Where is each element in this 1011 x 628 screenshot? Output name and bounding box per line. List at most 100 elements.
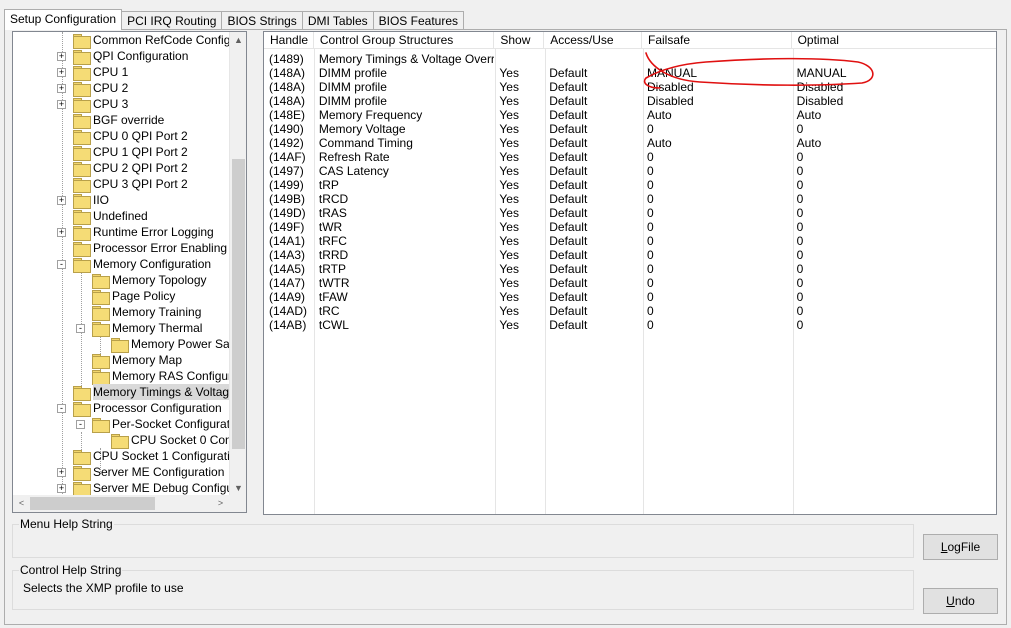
cell-failsafe: 0 (646, 164, 654, 178)
cell-handle: (14AF) (269, 150, 306, 164)
scroll-right-icon[interactable]: > (212, 495, 229, 512)
cell-show: Yes (499, 220, 519, 234)
tree-item[interactable]: + QPI Configuration (13, 48, 229, 65)
tree-item[interactable]: Memory Map (13, 352, 229, 369)
tree-scroll-thumb[interactable] (232, 159, 245, 449)
tree-item[interactable]: CPU 3 QPI Port 2 (13, 176, 229, 193)
table-row[interactable]: (148E) Memory Frequency Yes Default Auto Auto (264, 108, 996, 122)
tree-item[interactable]: Memory Training (13, 304, 229, 321)
folder-icon (73, 258, 91, 273)
tab-dmi-tables[interactable]: DMI Tables (301, 11, 374, 29)
cell-control-group: DIMM profile (318, 80, 387, 94)
header-failsafe[interactable]: Failsafe (641, 32, 792, 49)
tree-item[interactable]: + Runtime Error Logging (13, 224, 229, 241)
tree-item[interactable]: - Processor Configuration (13, 400, 229, 417)
expand-icon[interactable]: + (57, 228, 66, 237)
expand-icon[interactable]: + (57, 68, 66, 77)
tab-pci-irq-routing[interactable]: PCI IRQ Routing (121, 11, 223, 29)
header-show[interactable]: Show (494, 32, 545, 49)
cell-show: Yes (499, 108, 519, 122)
header-handle[interactable]: Handle (264, 32, 314, 49)
tree-horizontal-scrollbar[interactable]: < > (13, 495, 246, 512)
expand-icon[interactable]: + (57, 100, 66, 109)
table-row[interactable]: (14A1) tRFC Yes Default 0 0 (264, 234, 996, 248)
table-row[interactable]: (14A7) tWTR Yes Default 0 0 (264, 276, 996, 290)
tree-item-label: Memory Timings & Voltage Ov (93, 384, 246, 400)
table-row[interactable]: (148A) DIMM profile Yes Default MANUAL MANUAL (264, 66, 996, 80)
cell-show: Yes (499, 122, 519, 136)
tree-item[interactable]: - Memory Thermal (13, 320, 229, 337)
scroll-up-icon[interactable]: ▲ (230, 32, 246, 49)
table-row[interactable]: (1492) Command Timing Yes Default Auto Auto (264, 136, 996, 150)
tree-item[interactable]: Processor Error Enabling : (13, 240, 234, 257)
tree-vertical-scrollbar[interactable]: ▲ ▼ (229, 32, 246, 497)
tab-setup-configuration[interactable]: Setup Configuration (4, 9, 123, 30)
tree-item[interactable]: Memory Power Savin (13, 336, 245, 353)
tab-bios-strings[interactable]: BIOS Strings (221, 11, 303, 29)
tree-item[interactable]: Common RefCode Configurati (13, 32, 246, 49)
folder-icon (111, 338, 129, 353)
tree-item[interactable]: + CPU 1 (13, 64, 229, 81)
tree-item[interactable]: - Per-Socket Configuration (13, 416, 246, 433)
table-row[interactable]: (14AD) tRC Yes Default 0 0 (264, 304, 996, 318)
tree-item[interactable]: Memory RAS Configuratio (13, 368, 246, 385)
table-row[interactable]: (1499) tRP Yes Default 0 0 (264, 178, 996, 192)
header-control-group[interactable]: Control Group Structures (313, 32, 495, 49)
tree-item[interactable]: CPU Socket 1 Configuration (13, 448, 243, 465)
table-row[interactable]: (148A) DIMM profile Yes Default Disabled Disa… (264, 94, 996, 108)
tree-item[interactable]: CPU 0 QPI Port 2 (13, 128, 229, 145)
expand-icon[interactable]: + (57, 84, 66, 93)
header-optimal[interactable]: Optimal (791, 32, 996, 49)
cell-show: Yes (499, 150, 519, 164)
tree-item[interactable]: + IIO (13, 192, 229, 209)
table-row[interactable]: (14A3) tRRD Yes Default 0 0 (264, 248, 996, 262)
tree-item[interactable]: + CPU 2 (13, 80, 229, 97)
tree-item[interactable]: + Server ME Configuration (13, 464, 229, 481)
table-row[interactable]: (14AF) Refresh Rate Yes Default 0 0 (264, 150, 996, 164)
collapse-icon[interactable]: - (57, 260, 66, 269)
expand-icon[interactable]: + (57, 52, 66, 61)
table-row[interactable]: (1497) CAS Latency Yes Default 0 0 (264, 164, 996, 178)
tree-item[interactable]: Undefined (13, 208, 229, 225)
expand-icon[interactable]: + (57, 484, 66, 493)
setup-tree[interactable]: Common RefCode Configurati + QPI Configura… (12, 31, 247, 513)
expand-icon[interactable]: + (57, 196, 66, 205)
table-row[interactable]: (14AB) tCWL Yes Default 0 0 (264, 318, 996, 332)
tree-item[interactable]: + Server ME Debug Configurati (13, 480, 246, 497)
table-row[interactable]: (1490) Memory Voltage Yes Default 0 0 (264, 122, 996, 136)
cell-access-use: Default (549, 262, 588, 276)
undo-button[interactable]: Undo (923, 588, 998, 614)
folder-icon (73, 178, 91, 193)
table-row[interactable]: (14A5) tRTP Yes Default 0 0 (264, 262, 996, 276)
table-row[interactable]: (149F) tWR Yes Default 0 0 (264, 220, 996, 234)
tree-item[interactable]: Page Policy (13, 288, 229, 305)
tree-item[interactable]: Memory Topology (13, 272, 229, 289)
tree-item[interactable]: Memory Timings & Voltage Ov (13, 384, 246, 401)
tree-item-label: Runtime Error Logging (93, 225, 214, 239)
table-row[interactable]: (14A9) tFAW Yes Default 0 0 (264, 290, 996, 304)
table-row[interactable]: (148A) DIMM profile Yes Default Disabled Disa… (264, 80, 996, 94)
collapse-icon[interactable]: - (76, 324, 85, 333)
tree-item[interactable]: CPU 2 QPI Port 2 (13, 160, 229, 177)
table-row[interactable]: (1489) Memory Timings & Voltage Override (264, 52, 996, 66)
tree-item[interactable]: CPU 1 QPI Port 2 (13, 144, 229, 161)
logfile-button[interactable]: LogFile (923, 534, 998, 560)
scroll-left-icon[interactable]: < (13, 495, 30, 512)
expand-icon[interactable]: + (57, 468, 66, 477)
header-access-use[interactable]: Access/Use (544, 32, 642, 49)
tree-item[interactable]: + CPU 3 (13, 96, 229, 113)
tree-item[interactable]: CPU Socket 0 Config (13, 432, 244, 449)
table-row[interactable]: (149D) tRAS Yes Default 0 0 (264, 206, 996, 220)
tree-hscroll-thumb[interactable] (30, 497, 155, 510)
tree-item[interactable]: - Memory Configuration (13, 256, 229, 273)
cell-handle: (14A9) (269, 290, 306, 304)
cell-access-use (544, 52, 642, 66)
collapse-icon[interactable]: - (57, 404, 66, 413)
control-grid[interactable]: Handle Control Group Structures Show Acc… (263, 31, 997, 515)
tab-bios-features[interactable]: BIOS Features (372, 11, 464, 29)
table-row[interactable]: (149B) tRCD Yes Default 0 0 (264, 192, 996, 206)
collapse-icon[interactable]: - (76, 420, 85, 429)
cell-access-use: Default (549, 178, 588, 192)
cell-handle: (1497) (269, 164, 304, 178)
tree-item[interactable]: BGF override (13, 112, 229, 129)
